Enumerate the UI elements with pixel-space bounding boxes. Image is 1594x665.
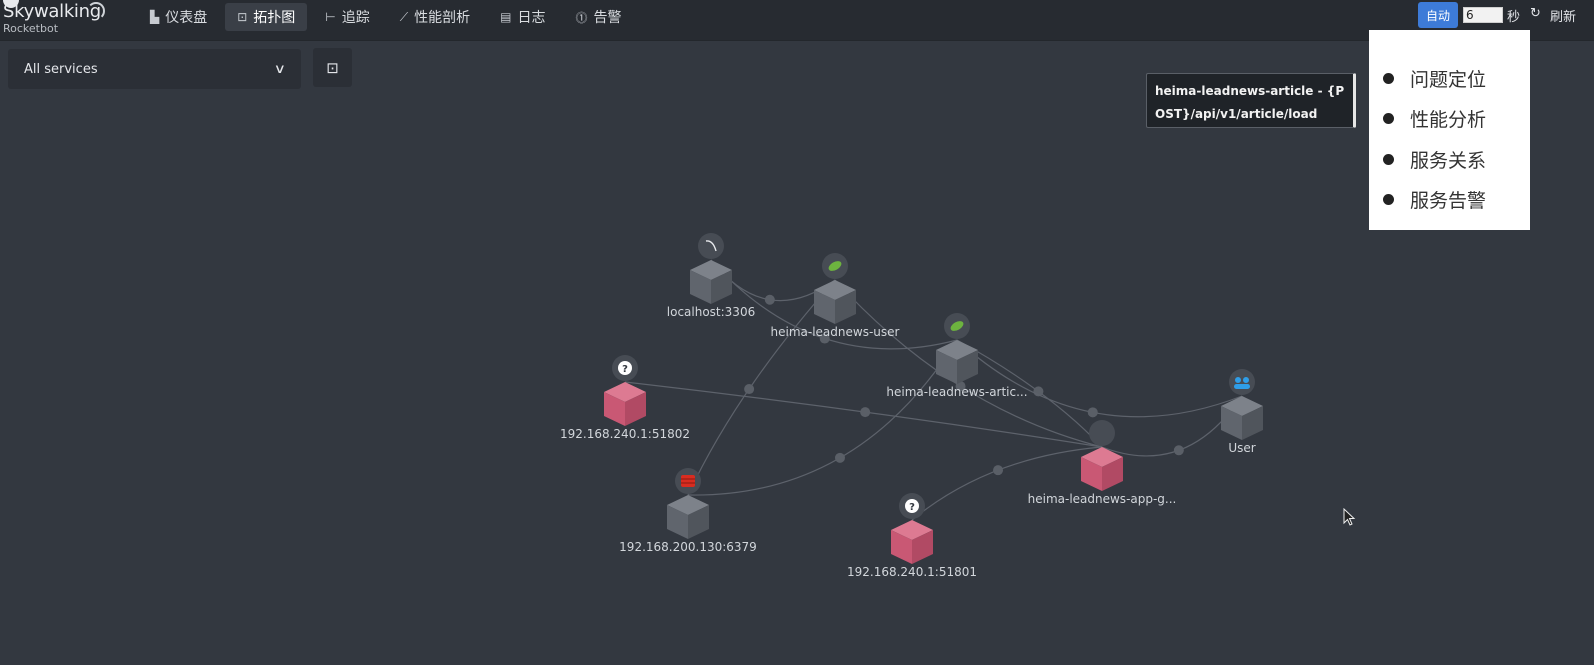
topology-node[interactable]: heima-leadnews-user	[771, 253, 900, 339]
menu-item-label: 性能分析	[1410, 109, 1487, 132]
edge-midpoint-handle	[744, 384, 755, 395]
node-label: 192.168.200.130:6379	[619, 540, 757, 554]
node-icon-badge	[1229, 369, 1255, 395]
menu-item-label: 服务告警	[1410, 190, 1487, 213]
node-label: localhost:3306	[667, 305, 755, 319]
node-label: 192.168.240.1:51802	[560, 427, 690, 441]
unknown-icon-glyph: ?	[622, 364, 628, 375]
edge-midpoint-handle	[860, 407, 871, 418]
context-menu: 问题定位 性能分析 服务关系 服务告警	[1369, 30, 1530, 230]
node-label: heima-leadnews-artic...	[886, 385, 1027, 399]
node-label: heima-leadnews-user	[771, 325, 900, 339]
bullet-icon	[1383, 72, 1394, 84]
edge-midpoint-handle	[764, 294, 775, 305]
topology-node[interactable]: User	[1221, 369, 1263, 455]
node-icon-badge	[698, 233, 724, 259]
users-icon-body	[1234, 384, 1250, 389]
edge-midpoint-handle	[1087, 407, 1098, 418]
users-icon-head	[1243, 377, 1249, 383]
users-icon	[1235, 377, 1241, 383]
menu-item-locate[interactable]: 问题定位	[1383, 58, 1530, 99]
redis-icon	[681, 475, 695, 487]
topology-nodes: localhost:3306 heima-leadnews-user heima-l…	[560, 233, 1263, 579]
bullet-icon	[1383, 153, 1394, 165]
mouse-cursor-icon	[1343, 508, 1356, 526]
topology-edge	[911, 446, 1103, 521]
topology-node[interactable]: ? 192.168.240.1:51802	[560, 355, 690, 441]
edge-midpoint-handle	[1173, 445, 1184, 456]
menu-item-relation[interactable]: 服务关系	[1383, 139, 1530, 180]
topology-node[interactable]: 192.168.200.130:6379	[619, 468, 757, 554]
bullet-icon	[1383, 113, 1394, 125]
topology-node[interactable]: ? 192.168.240.1:51801	[847, 493, 977, 579]
menu-item-alarm[interactable]: 服务告警	[1383, 180, 1530, 221]
menu-item-label: 问题定位	[1410, 68, 1487, 91]
unknown-icon-glyph: ?	[909, 502, 915, 513]
menu-item-label: 服务关系	[1410, 149, 1487, 172]
menu-item-performance[interactable]: 性能分析	[1383, 99, 1530, 140]
node-icon-badge	[1089, 420, 1115, 446]
edge-midpoint-handle	[993, 465, 1004, 476]
topology-node[interactable]: localhost:3306	[667, 233, 755, 319]
gateway-icon-holder[interactable]: heima-leadnews-app-g...	[1028, 420, 1177, 506]
topology-node[interactable]: heima-leadnews-artic...	[886, 313, 1028, 399]
topology-edge	[687, 339, 958, 496]
bullet-icon	[1383, 194, 1394, 206]
node-label: 192.168.240.1:51801	[847, 565, 977, 579]
node-label: heima-leadnews-app-g...	[1028, 492, 1177, 506]
node-label: User	[1228, 441, 1255, 455]
edge-midpoint-handle	[834, 452, 845, 463]
edge-tooltip: heima-leadnews-article - {POST}/api/v1/a…	[1146, 73, 1356, 128]
topology-edge	[956, 339, 1243, 418]
